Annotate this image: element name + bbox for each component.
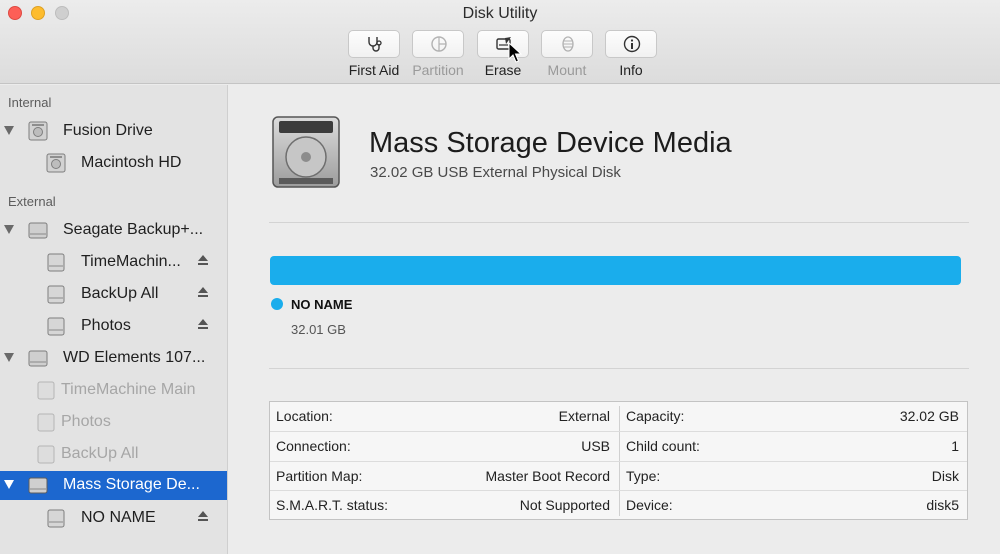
info-row: S.M.A.R.T. status: Not Supported Device:… — [270, 490, 967, 519]
volume-icon — [37, 413, 55, 432]
sidebar-item-label: NO NAME — [81, 509, 156, 526]
sidebar-item-label: TimeMachin... — [81, 253, 181, 270]
info-key: Child count: — [626, 438, 700, 454]
volume-icon — [37, 445, 55, 464]
sidebar-item-fusion-drive[interactable]: Fusion Drive — [0, 117, 227, 145]
device-detail-pane: Mass Storage Device Media 32.02 GB USB E… — [229, 85, 1000, 554]
device-title: Mass Storage Device Media — [369, 127, 732, 159]
disclosure-triangle-icon[interactable] — [4, 353, 14, 362]
sidebar: Internal Fusion Drive Macintosh HD Exter… — [0, 85, 228, 554]
partition-color-swatch — [271, 298, 283, 310]
volume-icon — [37, 381, 55, 400]
internal-disk-icon — [46, 153, 66, 173]
sidebar-item-label: Macintosh HD — [81, 154, 182, 171]
volume-icon — [47, 317, 65, 336]
divider — [269, 368, 969, 369]
external-disk-icon — [28, 477, 48, 494]
sidebar-item-mass-storage[interactable]: Mass Storage De... — [0, 471, 227, 500]
info-value: USB — [581, 438, 610, 454]
sidebar-item-no-name[interactable]: NO NAME — [0, 504, 227, 532]
info-value: disk5 — [926, 497, 959, 513]
info-value: Not Supported — [519, 497, 610, 513]
stethoscope-icon — [368, 37, 382, 52]
disclosure-triangle-icon[interactable] — [4, 225, 14, 234]
sidebar-item-seagate-backup[interactable]: Seagate Backup+... — [0, 216, 227, 244]
first-aid-button[interactable]: First Aid — [342, 30, 406, 78]
info-label: Info — [619, 62, 643, 78]
sidebar-item-wd-elements[interactable]: WD Elements 107... — [0, 344, 227, 372]
eject-icon[interactable] — [197, 286, 209, 298]
pie-chart-icon — [431, 36, 447, 52]
first-aid-label: First Aid — [348, 62, 400, 78]
info-key: Device: — [626, 497, 673, 513]
info-row: Connection: USB Child count: 1 — [270, 431, 967, 460]
mouse-cursor-icon — [508, 42, 522, 63]
info-key: Location: — [276, 408, 333, 424]
external-disk-icon — [28, 222, 48, 239]
info-value: Master Boot Record — [485, 468, 611, 484]
sidebar-item-label: WD Elements 107... — [63, 349, 206, 366]
sidebar-item-label: Photos — [81, 317, 131, 334]
sidebar-item-label: TimeMachine Main — [61, 381, 196, 398]
volume-icon — [47, 509, 65, 528]
hard-disk-icon — [272, 116, 340, 188]
info-key: Type: — [626, 468, 661, 484]
mount-label: Mount — [547, 62, 587, 78]
sidebar-item-label: Fusion Drive — [63, 122, 153, 139]
sidebar-item-backup-all[interactable]: BackUp All — [0, 280, 227, 308]
sidebar-item-label: Photos — [61, 413, 111, 430]
internal-disk-icon — [28, 121, 48, 141]
volume-icon — [47, 285, 65, 304]
info-row: Partition Map: Master Boot Record Type: … — [270, 461, 967, 490]
eject-icon[interactable] — [197, 254, 209, 266]
info-key: Partition Map: — [276, 468, 363, 484]
sidebar-item-timemachine-main[interactable]: TimeMachine Main — [0, 376, 227, 404]
info-row: Location: External Capacity: 32.02 GB — [270, 402, 967, 431]
eject-icon[interactable] — [197, 510, 209, 522]
partition-name: NO NAME — [291, 297, 353, 312]
erase-label: Erase — [484, 62, 522, 78]
partition-label: Partition — [412, 62, 464, 78]
device-info-table: Location: External Capacity: 32.02 GB Co… — [269, 401, 968, 520]
info-key: Capacity: — [626, 408, 685, 424]
disclosure-triangle-icon[interactable] — [4, 126, 14, 135]
sidebar-item-label: BackUp All — [61, 445, 139, 462]
erase-button[interactable]: Erase — [471, 30, 535, 78]
info-button[interactable]: Info — [599, 30, 663, 78]
sidebar-item-label: BackUp All — [81, 285, 159, 302]
sidebar-item-label: Seagate Backup+... — [63, 221, 204, 238]
info-value: 1 — [951, 438, 959, 454]
device-subtitle: 32.02 GB USB External Physical Disk — [370, 164, 621, 181]
info-key: S.M.A.R.T. status: — [276, 497, 389, 513]
external-disk-icon — [28, 350, 48, 367]
info-value: External — [558, 408, 610, 424]
toolbar: Disk Utility First Aid Partition Erase M… — [0, 0, 1000, 84]
sidebar-item-label: Mass Storage De... — [63, 476, 200, 493]
partition-size: 32.01 GB — [291, 322, 346, 337]
disclosure-triangle-icon[interactable] — [4, 480, 14, 489]
partition-button[interactable]: Partition — [406, 30, 470, 78]
volume-icon — [47, 253, 65, 272]
window-title: Disk Utility — [462, 5, 538, 22]
divider — [269, 222, 969, 223]
info-value: Disk — [931, 468, 959, 484]
info-key: Connection: — [276, 438, 351, 454]
eject-icon[interactable] — [197, 318, 209, 330]
mount-icon — [562, 36, 574, 52]
sidebar-section-external: External — [8, 194, 56, 209]
disk-usage-bar — [270, 256, 961, 285]
sidebar-item-photos-unmounted[interactable]: Photos — [0, 408, 227, 436]
info-icon — [623, 35, 641, 53]
info-value: 32.02 GB — [899, 408, 959, 424]
sidebar-item-backup-all-unmounted[interactable]: BackUp All — [0, 440, 227, 468]
sidebar-item-timemachine[interactable]: TimeMachin... — [0, 248, 227, 276]
mount-button[interactable]: Mount — [535, 30, 599, 78]
sidebar-section-internal: Internal — [8, 95, 52, 110]
sidebar-item-macintosh-hd[interactable]: Macintosh HD — [0, 149, 227, 177]
sidebar-item-photos[interactable]: Photos — [0, 312, 227, 340]
